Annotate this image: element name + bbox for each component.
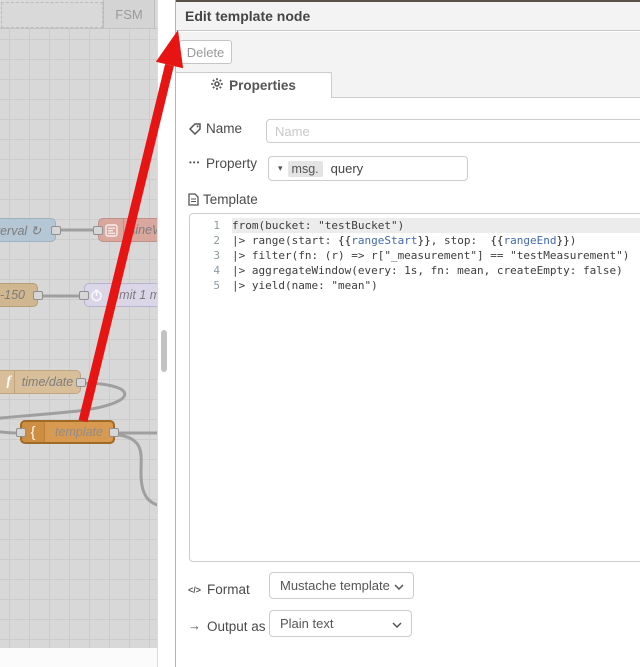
tray-toolbar: Delete	[176, 32, 640, 72]
template-code-lines: 1 from(bucket: "testBucket") 2 |> range(sta…	[190, 218, 640, 293]
tag-icon	[188, 122, 201, 140]
workspace-tab-fsm-label: FSM	[115, 6, 143, 22]
ellipsis-icon: •••	[189, 158, 201, 167]
workspace-vscrollbar-track	[157, 0, 175, 667]
tray-tabbar: Properties	[176, 72, 640, 98]
workspace-tabbar: FSM	[0, 0, 157, 29]
chevron-down-icon	[392, 616, 402, 631]
property-field-label: Property	[206, 156, 258, 171]
node-s150-label: s-150	[0, 288, 25, 302]
node-s150-output-port[interactable]	[33, 291, 43, 300]
tray-content: Name ••• Property ▾ msg. Template 1from(	[176, 98, 640, 667]
node-template-input-port[interactable]	[16, 428, 26, 437]
code-brackets-icon: </>	[188, 585, 202, 595]
template-field-label: Template	[203, 192, 258, 207]
file-icon	[188, 193, 199, 211]
node-sinewave-label: sineWave	[129, 223, 157, 237]
node-interval-label: interval ↻	[0, 223, 42, 238]
node-timedate[interactable]: f time/date	[0, 370, 86, 394]
function-icon: f	[0, 371, 15, 393]
tab-properties[interactable]: Properties	[176, 72, 332, 98]
property-value-input[interactable]	[328, 160, 443, 177]
flow-workspace: interval ↻ sineWave s-150	[0, 0, 157, 667]
name-input[interactable]	[266, 119, 640, 143]
format-field-label: Format	[207, 582, 250, 597]
name-field-label: Name	[206, 121, 243, 136]
node-sinewave[interactable]: sineWave	[93, 218, 157, 242]
line-number: 3	[213, 249, 220, 262]
node-template-output-port[interactable]	[109, 428, 119, 437]
line-number: 5	[213, 279, 220, 292]
code-text: |> yield(name: "mean")	[232, 279, 378, 292]
template-code-editor[interactable]: 1 from(bucket: "testBucket") 2 |> range(sta…	[189, 213, 640, 562]
node-limit-input-port[interactable]	[79, 291, 89, 300]
code-text: from(bucket: "testBucket")	[232, 218, 640, 233]
node-red-app: interval ↻ sineWave s-150	[0, 0, 640, 667]
line-number: 1	[213, 219, 220, 232]
tray-header: Edit template node	[176, 2, 640, 31]
node-sinewave-input-port[interactable]	[93, 226, 103, 235]
node-timedate-label: time/date	[21, 375, 74, 389]
line-number: 2	[213, 234, 220, 247]
format-select[interactable]: Mustache template	[269, 572, 414, 599]
node-template-label: template	[55, 425, 103, 439]
chevron-down-icon	[394, 578, 404, 593]
output-select[interactable]: Plain text	[269, 610, 412, 637]
code-line: 3 |> filter(fn: (r) => r["_measurement"] …	[190, 248, 640, 263]
code-line: 5 |> yield(name: "mean")	[190, 278, 640, 293]
msg-prefix-chip[interactable]: msg.	[287, 160, 323, 177]
tab-properties-label: Properties	[229, 78, 296, 93]
node-interval-output-port[interactable]	[51, 226, 61, 235]
node-s150[interactable]: s-150	[0, 283, 43, 307]
output-select-value: Plain text	[280, 616, 334, 631]
code-line: 2 |> range(start: {{rangeStart}}, stop: {…	[190, 233, 640, 248]
edit-node-tray: Edit template node Delete Properties Nam…	[175, 0, 640, 667]
node-timedate-output-port[interactable]	[76, 378, 86, 387]
code-text: |> range(start: {{rangeStart}}, stop: {{…	[232, 234, 577, 247]
code-text: |> filter(fn: (r) => r["_measurement"] =…	[232, 249, 630, 262]
node-template-selected[interactable]: { template	[16, 420, 119, 444]
code-line: 1 from(bucket: "testBucket")	[190, 218, 640, 233]
code-text: |> aggregateWindow(every: 1s, fn: mean, …	[232, 264, 623, 277]
flow-canvas[interactable]	[0, 29, 157, 648]
code-line: 4 |> aggregateWindow(every: 1s, fn: mean,…	[190, 263, 640, 278]
arrow-right-icon: →	[188, 618, 201, 633]
chevron-down-icon[interactable]: ▾	[278, 163, 283, 174]
node-limit-label: limit 1 ms	[113, 288, 157, 302]
workspace-tab-partial[interactable]	[1, 2, 103, 28]
line-number: 4	[213, 264, 220, 277]
workspace-vscrollbar-thumb[interactable]	[161, 330, 167, 372]
property-typed-input[interactable]: ▾ msg.	[268, 156, 468, 181]
output-field-label: Output as	[207, 619, 266, 634]
gear-icon	[211, 78, 223, 93]
delete-button[interactable]: Delete	[179, 40, 232, 64]
node-limit[interactable]: limit 1 ms	[79, 283, 157, 307]
format-select-value: Mustache template	[280, 578, 390, 593]
canvas-hscrollbar-track[interactable]	[0, 648, 157, 667]
node-interval[interactable]: interval ↻	[0, 218, 61, 242]
workspace-tab-fsm[interactable]: FSM	[103, 0, 155, 28]
tray-title: Edit template node	[185, 8, 311, 24]
